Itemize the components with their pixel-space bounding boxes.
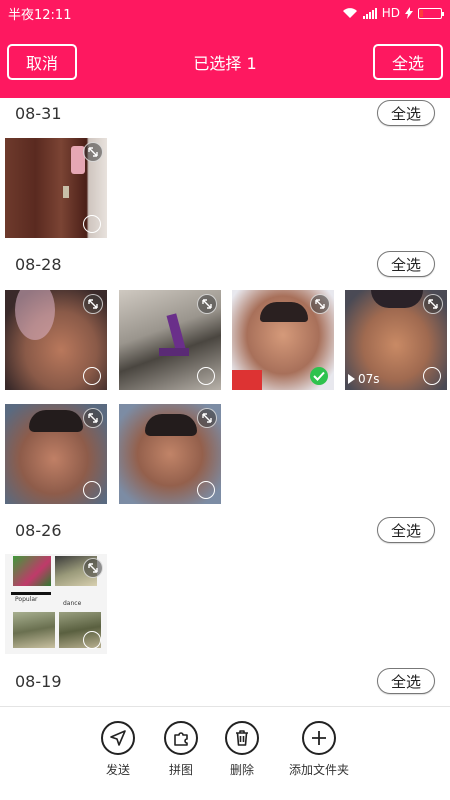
puzzle-icon bbox=[164, 721, 198, 755]
delete-button[interactable]: 删除 bbox=[202, 721, 282, 778]
collage-image bbox=[13, 556, 51, 586]
date-section-header: 08-28 全选 bbox=[0, 249, 450, 281]
collage-divider bbox=[11, 592, 51, 595]
collage-thumbnail[interactable]: Popular dance bbox=[5, 554, 107, 654]
signal-icon bbox=[362, 7, 377, 19]
photo-thumbnail[interactable] bbox=[119, 290, 221, 390]
select-circle[interactable] bbox=[197, 481, 215, 499]
send-label: 发送 bbox=[105, 763, 130, 777]
selected-check-icon[interactable] bbox=[310, 367, 328, 385]
select-circle[interactable] bbox=[83, 631, 101, 649]
photo-thumbnail-selected[interactable] bbox=[232, 290, 334, 390]
add-folder-icon bbox=[302, 721, 336, 755]
section-date: 08-31 bbox=[15, 104, 62, 123]
hair-detail bbox=[29, 410, 83, 432]
collage-caption: dance bbox=[63, 600, 82, 607]
expand-icon[interactable] bbox=[423, 294, 443, 314]
collage-image bbox=[13, 612, 55, 648]
send-icon bbox=[101, 721, 135, 755]
add-folder-button[interactable]: 添加文件夹 bbox=[279, 721, 359, 778]
hair-detail bbox=[371, 290, 423, 308]
photo-thumbnail[interactable] bbox=[5, 290, 107, 390]
expand-icon[interactable] bbox=[83, 558, 103, 578]
gallery-select-screen: 半夜12:11 HD 取消 已选择 1 全选 08-31 全选 08-28 全选… bbox=[0, 0, 450, 800]
mop-detail bbox=[166, 313, 186, 351]
delete-label: 删除 bbox=[229, 763, 254, 777]
section-date: 08-19 bbox=[15, 672, 62, 691]
play-icon bbox=[348, 374, 355, 384]
section-select-all-button[interactable]: 全选 bbox=[377, 668, 435, 694]
page-title: 已选择 1 bbox=[193, 54, 257, 73]
hair-detail bbox=[145, 414, 197, 436]
date-section-header: 08-31 全选 bbox=[0, 98, 450, 130]
door-handle-detail bbox=[63, 186, 69, 198]
video-thumbnail[interactable]: 07s bbox=[345, 290, 447, 390]
select-circle[interactable] bbox=[83, 367, 101, 385]
date-section-header: 08-19 全选 bbox=[0, 666, 450, 698]
charging-icon bbox=[405, 7, 413, 19]
video-duration-text: 07s bbox=[358, 372, 380, 386]
date-section-header: 08-26 全选 bbox=[0, 515, 450, 547]
app-header: 取消 已选择 1 全选 bbox=[0, 26, 450, 98]
trash-icon bbox=[225, 721, 259, 755]
expand-icon[interactable] bbox=[83, 408, 103, 428]
cancel-button[interactable]: 取消 bbox=[7, 44, 77, 80]
bottom-action-bar: 发送 拼图 删除 添加文件夹 bbox=[0, 706, 450, 800]
photo-thumbnail[interactable] bbox=[119, 404, 221, 504]
expand-icon[interactable] bbox=[83, 142, 103, 162]
section-select-all-button[interactable]: 全选 bbox=[377, 100, 435, 126]
hair-detail bbox=[260, 302, 308, 322]
expand-icon[interactable] bbox=[83, 294, 103, 314]
video-duration: 07s bbox=[348, 372, 380, 386]
section-select-all-button[interactable]: 全选 bbox=[377, 251, 435, 277]
section-select-all-button[interactable]: 全选 bbox=[377, 517, 435, 543]
photo-thumbnail[interactable] bbox=[5, 404, 107, 504]
network-type: HD bbox=[381, 6, 400, 20]
select-circle[interactable] bbox=[83, 215, 101, 233]
expand-icon[interactable] bbox=[310, 294, 330, 314]
battery-icon bbox=[418, 7, 444, 19]
select-all-button[interactable]: 全选 bbox=[373, 44, 443, 80]
wifi-icon bbox=[342, 8, 357, 18]
status-indicators: HD bbox=[342, 6, 444, 20]
select-circle[interactable] bbox=[197, 367, 215, 385]
expand-icon[interactable] bbox=[197, 294, 217, 314]
mop-head-detail bbox=[159, 348, 189, 356]
status-time: 半夜12:11 bbox=[8, 7, 72, 23]
section-date: 08-28 bbox=[15, 255, 62, 274]
shirt-detail bbox=[232, 370, 262, 390]
add-folder-label: 添加文件夹 bbox=[288, 763, 349, 777]
collage-caption: Popular bbox=[15, 596, 38, 603]
photo-grid[interactable]: 08-31 全选 08-28 全选 07s 08-26 全选 Popular d… bbox=[0, 98, 450, 706]
section-date: 08-26 bbox=[15, 521, 62, 540]
select-circle[interactable] bbox=[83, 481, 101, 499]
status-bar: 半夜12:11 HD bbox=[0, 0, 450, 26]
puzzle-label: 拼图 bbox=[168, 763, 193, 777]
expand-icon[interactable] bbox=[197, 408, 217, 428]
select-circle[interactable] bbox=[423, 367, 441, 385]
pillow-detail bbox=[15, 290, 55, 340]
photo-thumbnail[interactable] bbox=[5, 138, 107, 238]
